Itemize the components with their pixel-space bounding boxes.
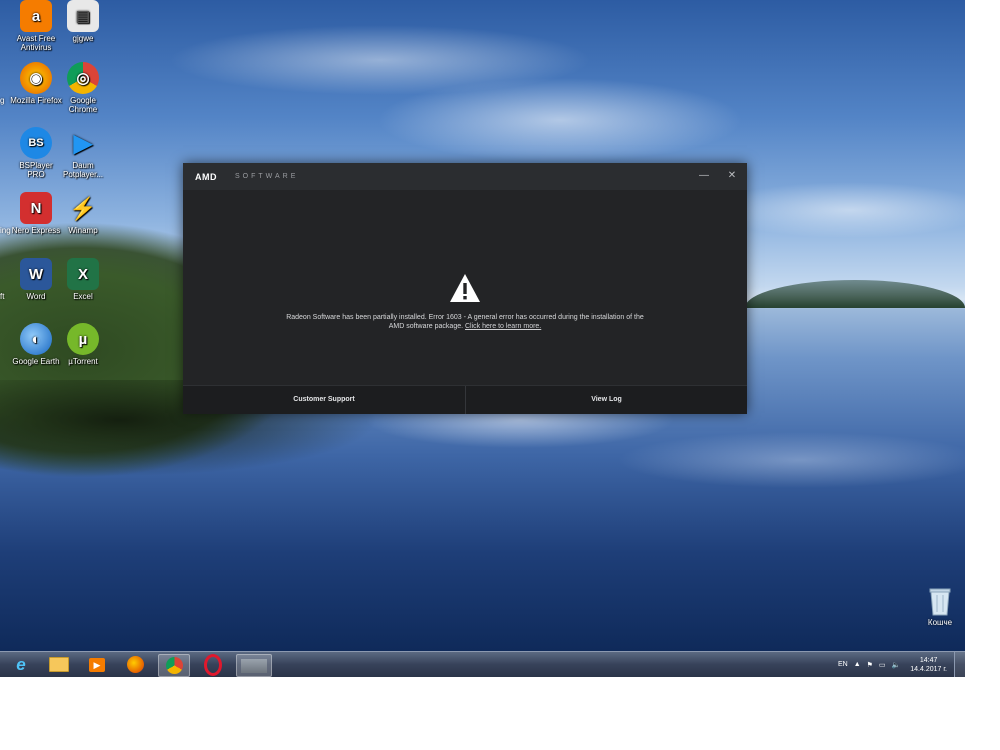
partial-icon-label: ft xyxy=(0,292,5,301)
taskbar-firefox[interactable] xyxy=(120,654,150,675)
partial-icon-label: g xyxy=(0,96,5,105)
nero-icon: N xyxy=(20,192,52,224)
recycle-bin-label: Кошче xyxy=(927,618,953,627)
taskbar-explorer[interactable] xyxy=(44,654,74,675)
desktop-icon-chrome[interactable]: ◎ Google Chrome xyxy=(57,62,109,114)
amd-software-label: SOFTWARE xyxy=(235,173,299,180)
desktop-icon-avast[interactable]: a Avast Free Antivirus xyxy=(10,0,62,52)
taskbar-amd-software[interactable] xyxy=(236,654,272,677)
chrome-icon: ◎ xyxy=(67,62,99,94)
taskbar-ie[interactable]: e xyxy=(6,654,36,675)
action-center-flag-icon[interactable]: ⚑ xyxy=(867,661,873,669)
avast-icon: a xyxy=(20,0,52,32)
desktop-icon-firefox[interactable]: ◉ Mozilla Firefox xyxy=(10,62,62,105)
clock-date: 14.4.2017 г. xyxy=(910,665,947,673)
taskbar-opera[interactable] xyxy=(198,653,228,676)
show-desktop-button[interactable] xyxy=(954,652,965,677)
google-earth-icon: ◐ xyxy=(20,323,52,355)
amd-logo: AMD xyxy=(195,172,217,182)
internet-explorer-icon: e xyxy=(16,654,26,674)
firefox-icon xyxy=(126,656,144,673)
dialog-titlebar[interactable]: AMD SOFTWARE — ✕ xyxy=(183,163,747,190)
system-tray: EN ▲ ⚑ ▭ 🔈 14:47 14.4.2017 г. xyxy=(838,652,947,677)
language-indicator[interactable]: EN xyxy=(838,661,848,668)
opera-icon xyxy=(204,653,222,676)
customer-support-button[interactable]: Customer Support xyxy=(183,386,466,414)
chrome-icon xyxy=(165,657,183,674)
bsplayer-icon: BS xyxy=(20,127,52,159)
warning-icon xyxy=(450,274,480,302)
taskbar: e ▶ EN ▲ ⚑ ▭ 🔈 14:47 14.4.2017 г. xyxy=(0,651,965,677)
folder-thumbnail-icon: ▤ xyxy=(67,0,99,32)
dialog-button-bar: Customer Support View Log xyxy=(183,385,747,414)
winamp-icon: ⚡ xyxy=(69,195,97,221)
tray-expand-icon[interactable]: ▲ xyxy=(854,661,861,668)
amd-error-dialog: AMD SOFTWARE — ✕ Radeon Software has bee… xyxy=(183,163,747,414)
error-message: Radeon Software has been partially insta… xyxy=(283,313,647,331)
excel-icon: X xyxy=(67,258,99,290)
amd-window-thumbnail-icon xyxy=(241,658,267,673)
desktop-icon-google-earth[interactable]: ◐ Google Earth xyxy=(10,323,62,366)
volume-icon[interactable]: 🔈 xyxy=(892,661,901,669)
media-player-icon: ▶ xyxy=(89,657,105,672)
minimize-button[interactable]: — xyxy=(695,168,713,184)
learn-more-link[interactable]: Click here to learn more. xyxy=(465,323,541,330)
desktop-icon-utorrent[interactable]: µ µTorrent xyxy=(57,323,109,366)
desktop-icon-bsplayer[interactable]: BS BSPlayer PRO xyxy=(10,127,62,179)
firefox-icon: ◉ xyxy=(20,62,52,94)
desktop-icon-winamp[interactable]: ⚡ Winamp xyxy=(57,192,109,235)
desktop-icon-recycle-bin[interactable]: Кошче xyxy=(920,586,960,627)
taskbar-media-player[interactable]: ▶ xyxy=(82,654,112,675)
desktop-icon-excel[interactable]: X Excel xyxy=(57,258,109,301)
clock[interactable]: 14:47 14.4.2017 г. xyxy=(910,656,947,674)
far-hills-scenery xyxy=(745,280,965,308)
recycle-bin-icon xyxy=(929,588,951,616)
clock-time: 14:47 xyxy=(919,656,938,664)
folder-icon xyxy=(49,657,69,672)
desktop-icon-potplayer[interactable]: ▶ Daum Potplayer... xyxy=(57,127,109,179)
close-button[interactable]: ✕ xyxy=(723,168,741,184)
word-icon: W xyxy=(20,258,52,290)
desktop-icon-gjgwe[interactable]: ▤ gjgwe xyxy=(57,0,109,43)
taskbar-chrome[interactable] xyxy=(158,654,190,677)
desktop-icon-word[interactable]: W Word xyxy=(10,258,62,301)
desktop-icon-nero[interactable]: N Nero Express xyxy=(10,192,62,235)
view-log-button[interactable]: View Log xyxy=(466,386,747,414)
network-icon[interactable]: ▭ xyxy=(879,661,886,669)
utorrent-icon: µ xyxy=(67,323,99,355)
potplayer-icon: ▶ xyxy=(73,129,93,157)
